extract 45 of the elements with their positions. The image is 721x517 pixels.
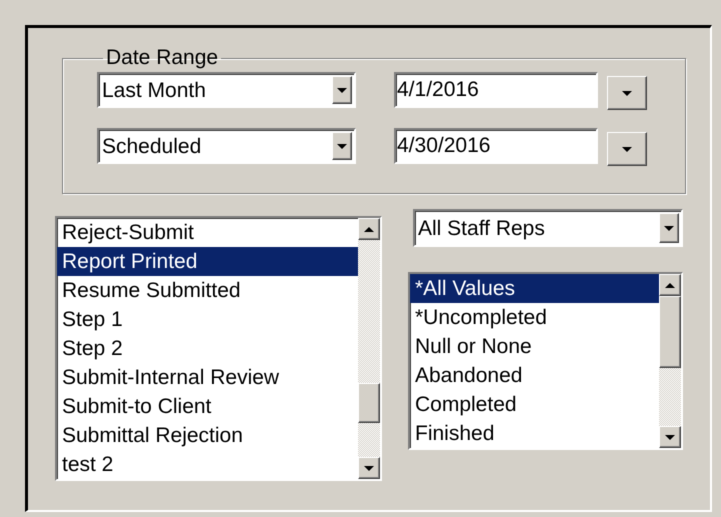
dropdown[interactable]: Scheduled: [97, 128, 356, 164]
list-item[interactable]: Step 2: [57, 334, 358, 363]
caret-icon: [622, 90, 632, 96]
list-item[interactable]: Submittal Rejection: [57, 421, 358, 450]
caret-icon: [337, 88, 347, 92]
date-field[interactable]: 4/30/2016: [394, 128, 598, 164]
list-box[interactable]: *All Values *Uncompleted Null or None Abandoned Completed Finished: [408, 272, 683, 450]
list-item[interactable]: test 2: [57, 450, 358, 479]
scroll-thumb[interactable]: [358, 383, 380, 423]
scroll-down-button[interactable]: [659, 426, 681, 448]
list-item[interactable]: *All Values: [410, 274, 659, 303]
caret-icon: [364, 466, 374, 470]
calendar-button[interactable]: [607, 76, 647, 110]
dropdown-button[interactable]: [332, 132, 352, 160]
caret-icon: [622, 146, 632, 152]
list-item[interactable]: Abandoned: [410, 361, 659, 390]
scrollbar[interactable]: [358, 218, 380, 479]
scroll-up-button[interactable]: [358, 218, 380, 240]
scroll-up-button[interactable]: [659, 274, 681, 296]
dropdown-button[interactable]: [659, 213, 679, 243]
list-box[interactable]: Reject-Submit Report Printed Resume Submitted Step 1 Step 2 Submit-Internal Review Submit-to Client Submittal Rejection test 2: [55, 216, 382, 481]
group-title: Date Range: [105, 48, 220, 68]
list-item[interactable]: Submit-to Client: [57, 392, 358, 421]
list-item[interactable]: Submit-Internal Review: [57, 363, 358, 392]
calendar-button[interactable]: [607, 132, 647, 166]
scrollbar[interactable]: [659, 274, 681, 448]
list-item[interactable]: Null or None: [410, 332, 659, 361]
caret-icon: [364, 226, 374, 232]
date-field[interactable]: 4/1/2016: [394, 72, 598, 108]
caret-icon: [664, 226, 674, 230]
scroll-thumb[interactable]: [659, 296, 681, 368]
list-item[interactable]: Resume Submitted: [57, 276, 358, 305]
dropdown-button[interactable]: [332, 76, 352, 104]
dropdown[interactable]: Last Month: [97, 72, 356, 108]
list-item[interactable]: Step 1: [57, 305, 358, 334]
list-item[interactable]: Completed: [410, 390, 659, 419]
caret-icon: [665, 282, 675, 288]
list-item[interactable]: Reject-Submit: [57, 218, 358, 247]
caret-icon: [337, 144, 347, 148]
caret-icon: [665, 434, 675, 440]
dropdown[interactable]: All Staff Reps: [413, 209, 683, 247]
scroll-down-button[interactable]: [358, 457, 380, 479]
list-item[interactable]: Finished: [410, 419, 659, 448]
list-item[interactable]: Report Printed: [57, 247, 358, 276]
list-item[interactable]: *Uncompleted: [410, 303, 659, 332]
